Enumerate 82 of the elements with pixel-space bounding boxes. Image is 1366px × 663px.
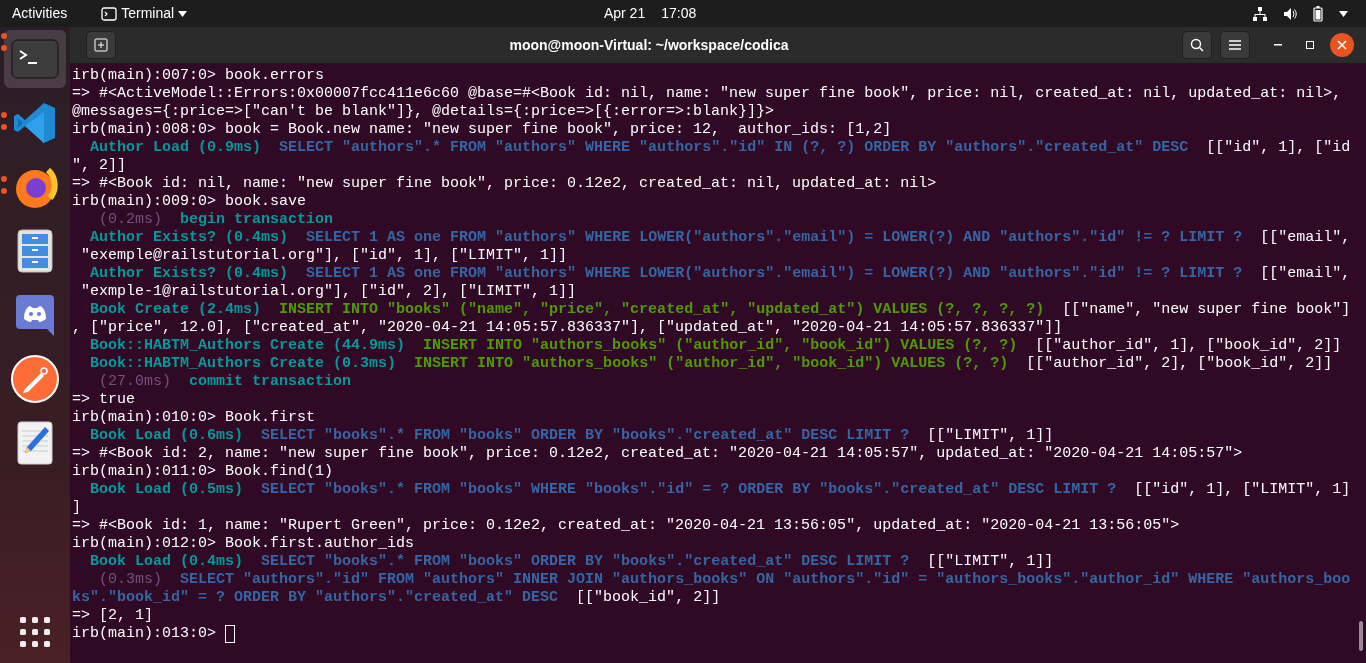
log-label: Book Load (0.5ms) [90,481,244,498]
log-label: begin transaction [180,211,334,228]
terminal-output: => #<Book id: 2, name: "new super fine book", price: 0.12e2, created_at: "2020-04-21 14:05:57", updated_at: "2020-04-21 14:05:57"> [72,445,1243,462]
terminal-output: irb(main):010:0> Book.first [72,409,316,426]
sql-query: ks"."book_id" = ? ORDER BY "authors"."created_at" DESC [72,589,559,606]
terminal-output: irb(main):008:0> book = Book.new name: "new super fine book", price: 12, author_ids: [1,2] [72,121,892,138]
duration-text: (0.3ms) [99,571,163,588]
terminal-output: "exemple@railstutorial.org"], ["id", 1], ["LIMIT", 1]] [81,247,568,264]
terminal-output: ", 2]] [72,157,126,174]
log-label: Author Exists? (0.4ms) [90,229,289,246]
activities-button[interactable]: Activities [12,3,68,24]
scrollbar-thumb[interactable] [1359,621,1363,651]
maximize-icon [1306,41,1314,49]
search-icon [1190,38,1204,52]
terminal-output: irb(main):013:0> [72,625,217,642]
sql-query: INSERT INTO "authors_books" ("author_id", "book_id") VALUES (?, ?) [423,337,1018,354]
terminal-output: [["book_id", 2]] [576,589,721,606]
sql-query: SELECT "books".* FROM "books" ORDER BY "books"."created_at" DESC LIMIT ? [261,427,910,444]
caret-icon [178,10,188,17]
close-button[interactable] [1330,33,1354,57]
terminal-output: irb(main):011:0> Book.find(1) [72,463,334,480]
game-controller-icon [15,294,55,336]
sql-query: SELECT 1 AS one FROM "authors" WHERE LOWER("authors"."email") = LOWER(?) AND "authors"."id" != ? LIMIT ? [306,229,1243,246]
terminal-output: [["email", [1260,229,1351,246]
app-menu[interactable]: Terminal [101,3,188,24]
terminal-output: [["id", 1], ["id [1206,139,1351,156]
terminal-output: "exmple-1@railstutorial.org"], ["id", 2], ["LIMIT", 1]] [81,283,577,300]
clock[interactable]: Apr 21 17:08 [603,3,697,24]
log-label: Book Load (0.4ms) [90,553,244,570]
sql-query: INSERT INTO "books" ("name", "price", "created_at", "updated_at") VALUES (?, ?, ?, ?) [279,301,1045,318]
log-label: Book Load (0.6ms) [90,427,244,444]
terminal-output: => #<Book id: nil, name: "new super fine book", price: 0.12e2, created_at: nil, updated_at: nil> [72,175,937,192]
log-label: Book Create (2.4ms) [90,301,262,318]
app-grid-icon[interactable] [20,617,50,647]
terminal-output: , ["price", 12.0], ["created_at", "2020-04-21 14:05:57.836337"], ["updated_at", "2020-04-21 14:05:57.836337"]] [72,319,1063,336]
terminal-output: => #<ActiveModel::Errors:0x00007fcc411e6c60 @base=#<Book id: nil, name: "new super fine book", price: nil, created_at: nil, updated_at: nil>, [72,85,1342,102]
log-label: commit transaction [189,373,352,390]
terminal-output: [["id", 1], ["LIMIT", 1] [1134,481,1351,498]
terminal-output: => #<Book id: 1, name: "Rupert Green", price: 0.12e2, created_at: "2020-04-21 13:56:05", updated_at: "2020-04-21 13:56:05"> [72,517,1180,534]
sql-query: SELECT "books".* FROM "books" ORDER BY "books"."created_at" DESC LIMIT ? [261,553,910,570]
log-label: Author Exists? (0.4ms) [90,265,289,282]
window-title: moon@moon-Virtual: ~/workspace/codica [509,36,789,53]
terminal-output: irb(main):007:0> book.errors [72,67,325,84]
terminal-output: [["name", "new super fine book"] [1062,301,1351,318]
terminal-output: [["author_id", 2], ["book_id", 2]] [1026,355,1333,372]
terminal-output: [["email", [1260,265,1351,282]
caret-icon[interactable] [1339,10,1348,17]
new-tab-button[interactable] [86,31,116,59]
terminal-icon [101,6,118,21]
cabinet-icon [17,229,53,273]
terminal-output: ] [72,499,81,516]
sql-query: SELECT "authors"."id" FROM "authors" INNER JOIN "authors_books" ON "authors"."id" = "authors_books"."author_id" WHERE "authors_boo [180,571,1351,588]
terminal-output: irb(main):009:0> book.save [72,193,307,210]
sql-query: SELECT "authors".* FROM "authors" WHERE "authors"."id" IN (?, ?) ORDER BY "authors"."created_at" DESC [279,139,1189,156]
sql-query: SELECT 1 AS one FROM "authors" WHERE LOWER("authors"."email") = LOWER(?) AND "authors"."id" != ? LIMIT ? [306,265,1243,282]
network-icon[interactable] [1253,6,1267,21]
terminal-output: [["author_id", 1], ["book_id", 2]] [1035,337,1342,354]
menu-button[interactable] [1220,31,1250,59]
pen-nib-icon [11,355,59,403]
plus-icon [94,38,108,52]
volume-icon[interactable] [1283,6,1297,21]
terminal-output: [["LIMIT", 1]] [927,553,1054,570]
sql-query: INSERT INTO "authors_books" ("author_id", "book_id") VALUES (?, ?) [414,355,1009,372]
code-editor-icon [13,101,57,145]
duration-text: (27.0ms) [99,373,172,390]
search-button[interactable] [1182,31,1212,59]
log-label: Book::HABTM_Authors Create (44.9ms) [90,337,406,354]
minimize-icon [1274,44,1282,46]
terminal-output: => [2, 1] [72,607,153,624]
log-label: Book::HABTM_Authors Create (0.3ms) [90,355,397,372]
terminal-output: irb(main):012:0> Book.first.author_ids [72,535,415,552]
menu-icon [1229,40,1241,50]
terminal-output: [["LIMIT", 1]] [927,427,1054,444]
sql-query: SELECT "books".* FROM "books" WHERE "books"."id" = ? ORDER BY "books"."created_at" DESC LIMIT ? [261,481,1117,498]
terminal-output: @messages={:price=>["can't be blank"]}, @details={:price=>[{:error=>:blank}]}> [72,103,775,120]
pencil-document-icon [17,421,53,465]
terminal-output: => true [72,391,135,408]
duration-text: (0.2ms) [99,211,163,228]
close-icon [1337,40,1347,50]
battery-icon[interactable] [1313,5,1323,22]
log-label: Author Load (0.9ms) [90,139,262,156]
terminal-icon [11,39,59,79]
